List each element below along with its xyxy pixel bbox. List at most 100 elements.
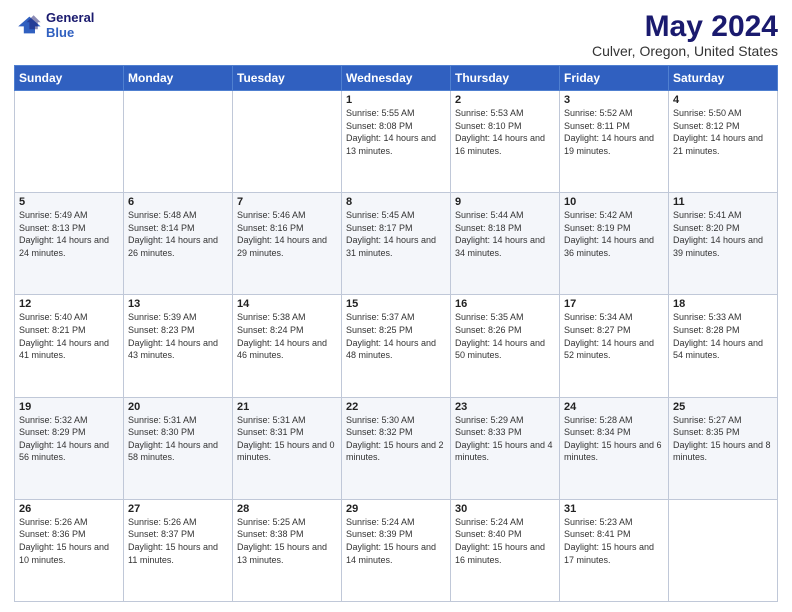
day-info: Sunrise: 5:40 AMSunset: 8:21 PMDaylight:…: [19, 311, 119, 361]
day-info: Sunrise: 5:46 AMSunset: 8:16 PMDaylight:…: [237, 209, 337, 259]
calendar-week-row: 1 Sunrise: 5:55 AMSunset: 8:08 PMDayligh…: [15, 91, 778, 193]
day-info: Sunrise: 5:30 AMSunset: 8:32 PMDaylight:…: [346, 414, 446, 464]
header: General Blue May 2024 Culver, Oregon, Un…: [14, 10, 778, 59]
calendar-cell: 26 Sunrise: 5:26 AMSunset: 8:36 PMDaylig…: [15, 499, 124, 601]
day-number: 31: [564, 503, 664, 515]
day-number: 4: [673, 94, 773, 106]
day-number: 28: [237, 503, 337, 515]
calendar-header-row: SundayMondayTuesdayWednesdayThursdayFrid…: [15, 66, 778, 91]
calendar-cell: 29 Sunrise: 5:24 AMSunset: 8:39 PMDaylig…: [342, 499, 451, 601]
day-number: 26: [19, 503, 119, 515]
calendar: SundayMondayTuesdayWednesdayThursdayFrid…: [14, 65, 778, 602]
calendar-cell: 20 Sunrise: 5:31 AMSunset: 8:30 PMDaylig…: [124, 397, 233, 499]
calendar-cell: [124, 91, 233, 193]
col-header-monday: Monday: [124, 66, 233, 91]
calendar-cell: 31 Sunrise: 5:23 AMSunset: 8:41 PMDaylig…: [560, 499, 669, 601]
calendar-cell: [669, 499, 778, 601]
calendar-cell: 12 Sunrise: 5:40 AMSunset: 8:21 PMDaylig…: [15, 295, 124, 397]
day-number: 24: [564, 401, 664, 413]
day-info: Sunrise: 5:33 AMSunset: 8:28 PMDaylight:…: [673, 311, 773, 361]
day-info: Sunrise: 5:49 AMSunset: 8:13 PMDaylight:…: [19, 209, 119, 259]
page: General Blue May 2024 Culver, Oregon, Un…: [0, 0, 792, 612]
calendar-cell: 2 Sunrise: 5:53 AMSunset: 8:10 PMDayligh…: [451, 91, 560, 193]
calendar-cell: 11 Sunrise: 5:41 AMSunset: 8:20 PMDaylig…: [669, 193, 778, 295]
day-info: Sunrise: 5:27 AMSunset: 8:35 PMDaylight:…: [673, 414, 773, 464]
calendar-cell: 15 Sunrise: 5:37 AMSunset: 8:25 PMDaylig…: [342, 295, 451, 397]
day-info: Sunrise: 5:50 AMSunset: 8:12 PMDaylight:…: [673, 107, 773, 157]
day-info: Sunrise: 5:39 AMSunset: 8:23 PMDaylight:…: [128, 311, 228, 361]
day-info: Sunrise: 5:34 AMSunset: 8:27 PMDaylight:…: [564, 311, 664, 361]
day-number: 25: [673, 401, 773, 413]
day-number: 17: [564, 298, 664, 310]
calendar-week-row: 12 Sunrise: 5:40 AMSunset: 8:21 PMDaylig…: [15, 295, 778, 397]
day-info: Sunrise: 5:32 AMSunset: 8:29 PMDaylight:…: [19, 414, 119, 464]
logo-icon: [14, 11, 42, 39]
calendar-week-row: 5 Sunrise: 5:49 AMSunset: 8:13 PMDayligh…: [15, 193, 778, 295]
title-block: May 2024 Culver, Oregon, United States: [592, 10, 778, 59]
calendar-cell: 17 Sunrise: 5:34 AMSunset: 8:27 PMDaylig…: [560, 295, 669, 397]
day-info: Sunrise: 5:53 AMSunset: 8:10 PMDaylight:…: [455, 107, 555, 157]
day-info: Sunrise: 5:31 AMSunset: 8:31 PMDaylight:…: [237, 414, 337, 464]
day-number: 16: [455, 298, 555, 310]
calendar-cell: 25 Sunrise: 5:27 AMSunset: 8:35 PMDaylig…: [669, 397, 778, 499]
day-info: Sunrise: 5:37 AMSunset: 8:25 PMDaylight:…: [346, 311, 446, 361]
day-number: 14: [237, 298, 337, 310]
day-number: 21: [237, 401, 337, 413]
day-info: Sunrise: 5:44 AMSunset: 8:18 PMDaylight:…: [455, 209, 555, 259]
col-header-tuesday: Tuesday: [233, 66, 342, 91]
calendar-cell: [233, 91, 342, 193]
day-number: 2: [455, 94, 555, 106]
calendar-cell: 4 Sunrise: 5:50 AMSunset: 8:12 PMDayligh…: [669, 91, 778, 193]
calendar-week-row: 26 Sunrise: 5:26 AMSunset: 8:36 PMDaylig…: [15, 499, 778, 601]
day-info: Sunrise: 5:42 AMSunset: 8:19 PMDaylight:…: [564, 209, 664, 259]
calendar-cell: 30 Sunrise: 5:24 AMSunset: 8:40 PMDaylig…: [451, 499, 560, 601]
day-info: Sunrise: 5:31 AMSunset: 8:30 PMDaylight:…: [128, 414, 228, 464]
day-info: Sunrise: 5:28 AMSunset: 8:34 PMDaylight:…: [564, 414, 664, 464]
day-number: 18: [673, 298, 773, 310]
col-header-sunday: Sunday: [15, 66, 124, 91]
calendar-cell: 10 Sunrise: 5:42 AMSunset: 8:19 PMDaylig…: [560, 193, 669, 295]
day-info: Sunrise: 5:26 AMSunset: 8:36 PMDaylight:…: [19, 516, 119, 566]
calendar-cell: 5 Sunrise: 5:49 AMSunset: 8:13 PMDayligh…: [15, 193, 124, 295]
calendar-cell: 9 Sunrise: 5:44 AMSunset: 8:18 PMDayligh…: [451, 193, 560, 295]
day-number: 8: [346, 196, 446, 208]
day-number: 30: [455, 503, 555, 515]
calendar-cell: 23 Sunrise: 5:29 AMSunset: 8:33 PMDaylig…: [451, 397, 560, 499]
day-info: Sunrise: 5:35 AMSunset: 8:26 PMDaylight:…: [455, 311, 555, 361]
day-number: 10: [564, 196, 664, 208]
calendar-cell: 1 Sunrise: 5:55 AMSunset: 8:08 PMDayligh…: [342, 91, 451, 193]
calendar-cell: 7 Sunrise: 5:46 AMSunset: 8:16 PMDayligh…: [233, 193, 342, 295]
day-info: Sunrise: 5:52 AMSunset: 8:11 PMDaylight:…: [564, 107, 664, 157]
day-info: Sunrise: 5:23 AMSunset: 8:41 PMDaylight:…: [564, 516, 664, 566]
day-info: Sunrise: 5:41 AMSunset: 8:20 PMDaylight:…: [673, 209, 773, 259]
day-info: Sunrise: 5:25 AMSunset: 8:38 PMDaylight:…: [237, 516, 337, 566]
day-number: 6: [128, 196, 228, 208]
calendar-cell: 27 Sunrise: 5:26 AMSunset: 8:37 PMDaylig…: [124, 499, 233, 601]
col-header-saturday: Saturday: [669, 66, 778, 91]
day-number: 7: [237, 196, 337, 208]
logo: General Blue: [14, 10, 94, 40]
calendar-cell: 16 Sunrise: 5:35 AMSunset: 8:26 PMDaylig…: [451, 295, 560, 397]
day-info: Sunrise: 5:24 AMSunset: 8:40 PMDaylight:…: [455, 516, 555, 566]
subtitle: Culver, Oregon, United States: [592, 43, 778, 59]
calendar-cell: 18 Sunrise: 5:33 AMSunset: 8:28 PMDaylig…: [669, 295, 778, 397]
day-number: 20: [128, 401, 228, 413]
day-info: Sunrise: 5:26 AMSunset: 8:37 PMDaylight:…: [128, 516, 228, 566]
day-number: 29: [346, 503, 446, 515]
calendar-cell: 14 Sunrise: 5:38 AMSunset: 8:24 PMDaylig…: [233, 295, 342, 397]
calendar-cell: 3 Sunrise: 5:52 AMSunset: 8:11 PMDayligh…: [560, 91, 669, 193]
col-header-wednesday: Wednesday: [342, 66, 451, 91]
day-info: Sunrise: 5:29 AMSunset: 8:33 PMDaylight:…: [455, 414, 555, 464]
main-title: May 2024: [592, 10, 778, 43]
calendar-cell: 8 Sunrise: 5:45 AMSunset: 8:17 PMDayligh…: [342, 193, 451, 295]
calendar-cell: 24 Sunrise: 5:28 AMSunset: 8:34 PMDaylig…: [560, 397, 669, 499]
day-number: 13: [128, 298, 228, 310]
calendar-cell: [15, 91, 124, 193]
day-number: 22: [346, 401, 446, 413]
day-number: 19: [19, 401, 119, 413]
day-number: 27: [128, 503, 228, 515]
day-info: Sunrise: 5:48 AMSunset: 8:14 PMDaylight:…: [128, 209, 228, 259]
day-number: 15: [346, 298, 446, 310]
calendar-cell: 19 Sunrise: 5:32 AMSunset: 8:29 PMDaylig…: [15, 397, 124, 499]
day-number: 23: [455, 401, 555, 413]
